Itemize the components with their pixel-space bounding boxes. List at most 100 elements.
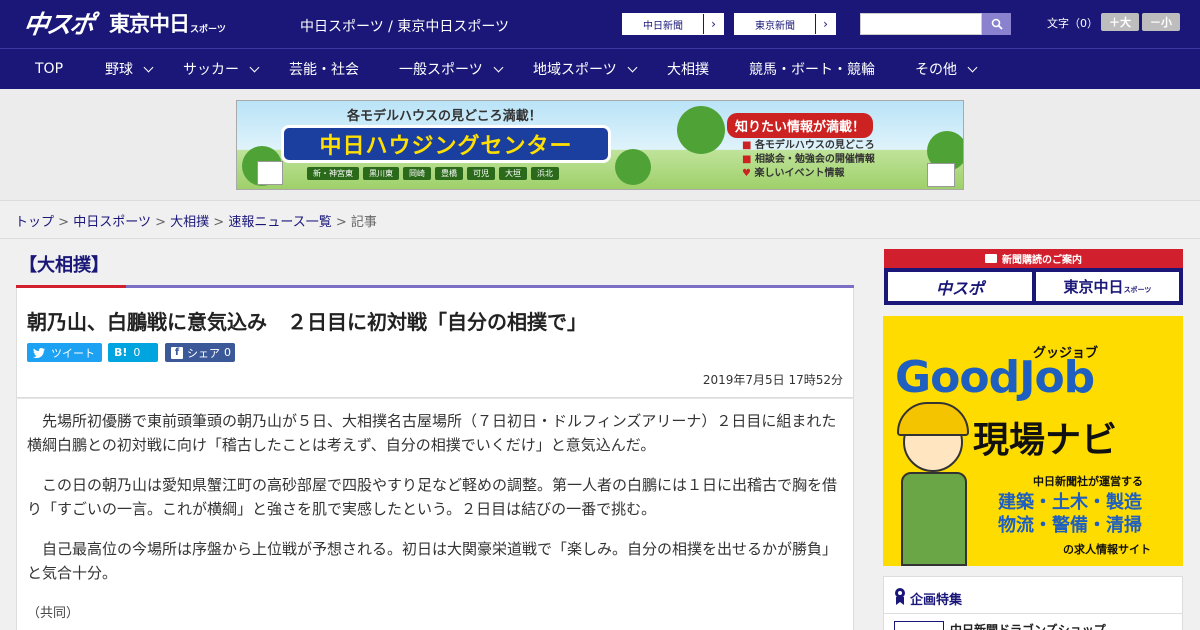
search-input[interactable] [860, 13, 982, 35]
logo-chuspo: 中スポ [21, 10, 95, 39]
banner-area: 各モデルハウスの見どころ満載！ 中日ハウジングセンター 新・神宮東 黒川東 岡崎… [0, 89, 1200, 201]
city-label: 可児 [467, 167, 495, 180]
article-body: 先場所初優勝で東前頭筆頭の朝乃山が５日、大相撲名古屋場所（７日初日・ドルフィンズ… [16, 398, 854, 630]
ad-brand: GoodJob [895, 352, 1095, 403]
breadcrumb-separator: > [58, 215, 70, 230]
city-label: 豊橋 [435, 167, 463, 180]
article-date: 2019年7月5日 17時52分 [702, 373, 843, 387]
nav-item-racing[interactable]: 競馬・ボート・競輪 [749, 49, 875, 89]
nav-label: 競馬・ボート・競輪 [749, 62, 875, 78]
breadcrumb-link-top[interactable]: トップ [15, 215, 54, 230]
newspaper-icon [985, 254, 997, 263]
banner-city-list: 新・神宮東 黒川東 岡崎 豊橋 可児 大垣 浜北 [307, 167, 559, 180]
worker-illustration [901, 472, 967, 566]
facebook-share-button[interactable]: f シェア 0 [165, 343, 235, 362]
breadcrumb-link-news-list[interactable]: 速報ニュース一覧 [228, 215, 331, 230]
main-content: 【大相撲】 朝乃山、白鵬戦に意気込み ２日目に初対戦「自分の相撲で」 ツイート … [0, 239, 1200, 630]
nav-item-sumo[interactable]: 大相撲 [667, 49, 709, 89]
banner-bullet: ♥ 楽しいイベント情報 [742, 168, 845, 179]
link-label: 中日新聞 [643, 20, 683, 32]
nav-label: 芸能・社会 [289, 62, 359, 78]
logo-sports-small: スポーツ [190, 24, 226, 35]
article-paragraph: 自己最高位の今場所は序盤から上位戦が予想される。初日は大関豪栄道戦で「楽しみ。自… [27, 540, 838, 582]
article-headline: 朝乃山、白鵬戦に意気込み ２日目に初対戦「自分の相撲で」 [27, 310, 587, 334]
city-label: 大垣 [499, 167, 527, 180]
nav-label: TOP [35, 61, 64, 77]
ad-categories: 建築・土木・製造 物流・警備・清掃 [998, 491, 1142, 537]
logo-tokyo-chunichi: 東京中日 [109, 12, 190, 36]
nav-label: その他 [915, 62, 957, 78]
hatena-icon: B! [114, 346, 128, 359]
breadcrumb-link-chunichi-sports[interactable]: 中日スポーツ [73, 215, 151, 230]
facebook-label: シェア [187, 346, 220, 360]
nav-item-soccer[interactable]: サッカー [183, 49, 260, 89]
feature-item-link[interactable]: 中日新聞ドラゴンズショップ [950, 621, 1106, 630]
article-header: 朝乃山、白鵬戦に意気込み ２日目に初対戦「自分の相撲で」 ツイート B! 0 f… [16, 288, 854, 398]
house-icon [257, 161, 283, 185]
chevron-down-icon [493, 62, 504, 72]
breadcrumb-separator: > [155, 215, 166, 230]
feature-thumbnail[interactable] [894, 621, 944, 630]
nav-item-other[interactable]: その他 [915, 49, 978, 89]
tweet-button[interactable]: ツイート [27, 343, 102, 362]
subscribe-chuspo-button[interactable]: 中スポ [888, 272, 1032, 301]
city-label: 黒川東 [363, 167, 399, 180]
search-icon [991, 18, 1003, 30]
site-logo[interactable]: 中スポ 東京中日 スポーツ [21, 7, 226, 39]
subscribe-tokyo-chunichi-button[interactable]: 東京中日 スポーツ [1036, 272, 1179, 301]
breadcrumb-separator: > [335, 215, 347, 230]
font-smaller-button[interactable]: －小 [1142, 13, 1180, 31]
hatena-bookmark-button[interactable]: B! 0 [108, 343, 158, 362]
tree-decoration [615, 149, 651, 185]
banner-right-heading: 知りたい情報が満載！ [727, 113, 874, 138]
chevron-right-icon: › [815, 14, 835, 34]
chunichi-shimbun-link[interactable]: 中日新聞 › [622, 13, 724, 35]
chevron-down-icon [143, 62, 154, 72]
banner-tagline: 各モデルハウスの見どころ満載！ [347, 109, 542, 124]
nav-item-entertainment[interactable]: 芸能・社会 [289, 49, 359, 89]
hatena-count: 0 [133, 346, 141, 359]
city-label: 新・神宮東 [307, 167, 359, 180]
search-button[interactable] [982, 13, 1011, 35]
housing-center-banner[interactable]: 各モデルハウスの見どころ満載！ 中日ハウジングセンター 新・神宮東 黒川東 岡崎… [236, 100, 964, 190]
nav-label: 一般スポーツ [399, 62, 483, 78]
nav-label: 野球 [105, 62, 133, 78]
font-larger-button[interactable]: ＋大 [1101, 13, 1139, 31]
nav-item-local-sports[interactable]: 地域スポーツ [533, 49, 638, 89]
goodjob-ad[interactable]: グッジョブ GoodJob 現場ナビ 中日新聞社が運営する 建築・土木・製造 物… [883, 316, 1183, 566]
tokyo-shimbun-link[interactable]: 東京新聞 › [734, 13, 836, 35]
banner-title: 中日ハウジングセンター [281, 125, 611, 163]
breadcrumb-separator: > [213, 215, 225, 230]
breadcrumb-current: 記事 [350, 215, 377, 230]
breadcrumb: トップ > 中日スポーツ > 大相撲 > 速報ニュース一覧 > 記事 [15, 211, 377, 230]
ad-site-label: の求人情報サイト [1063, 543, 1151, 556]
article-paragraph: 先場所初優勝で東前頭筆頭の朝乃山が５日、大相撲名古屋場所（７日初日・ドルフィンズ… [27, 412, 837, 454]
link-label: 東京新聞 [755, 20, 795, 32]
banner-bullets: ■ 各モデルハウスの見どころ ■ 相談会・勉強会の開催情報 ♥ 楽しいイベント情… [742, 139, 875, 181]
ribbon-icon [895, 588, 905, 605]
city-label: 浜北 [531, 167, 559, 180]
subscription-box: 新聞購読のご案内 中スポ 東京中日 スポーツ [884, 249, 1183, 305]
banner-bullet: ■ 相談会・勉強会の開催情報 [742, 154, 875, 165]
nav-item-baseball[interactable]: 野球 [105, 49, 154, 89]
nav-item-general-sports[interactable]: 一般スポーツ [399, 49, 504, 89]
feature-divider [884, 613, 1182, 614]
nav-item-top[interactable]: TOP [35, 49, 63, 89]
article-credit: （共同） [27, 606, 80, 621]
city-label: 岡崎 [403, 167, 431, 180]
main-nav: TOP 野球 サッカー 芸能・社会 一般スポーツ 地域スポーツ 大相撲 競馬・ボ… [0, 48, 1200, 89]
nav-label: 大相撲 [667, 62, 709, 78]
bird-icon [33, 347, 45, 358]
site-header: 中スポ 東京中日 スポーツ 中日スポーツ / 東京中日スポーツ 中日新聞 › 東… [0, 0, 1200, 48]
ad-category-line: 物流・警備・清掃 [998, 515, 1142, 536]
site-title[interactable]: 中日スポーツ / 東京中日スポーツ [300, 16, 509, 36]
house-icon [927, 163, 955, 187]
ad-category-line: 建築・土木・製造 [998, 492, 1142, 513]
feature-box: 企画特集 中日新聞ドラゴンズショップ [883, 576, 1183, 630]
chevron-right-icon: › [703, 14, 723, 34]
nav-label: 地域スポーツ [533, 62, 617, 78]
subscribe-button-sublabel: スポーツ [1123, 285, 1152, 294]
category-label: 【大相撲】 [19, 255, 109, 276]
breadcrumb-link-sumo[interactable]: 大相撲 [170, 215, 209, 230]
ad-title: 現場ナビ [973, 420, 1118, 461]
